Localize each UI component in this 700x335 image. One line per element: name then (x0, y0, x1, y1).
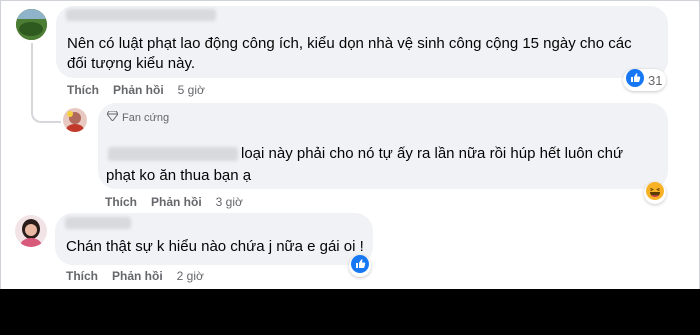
reaction-count-value: 31 (648, 72, 663, 88)
comment-actions: Thích Phản hồi 2 giờ (66, 269, 218, 283)
reaction-count[interactable]: 31 (623, 68, 667, 92)
badge-label: Fan cứng (122, 111, 170, 124)
comment-bubble: Fan cứng loại này phải cho nó tự ấy ra l… (98, 103, 668, 189)
author-name[interactable] (65, 217, 131, 229)
timestamp[interactable]: 2 giờ (177, 269, 204, 283)
avatar[interactable] (15, 215, 47, 247)
comment-text: Nên có luật phạt lao động công ích, kiểu… (67, 35, 632, 52)
like-icon (351, 254, 369, 278)
comment-section: Nên có luật phạt lao động công ích, kiểu… (0, 0, 700, 290)
comment-text: phạt ko ăn thua bạn ạ (106, 167, 252, 184)
diamond-icon (106, 110, 119, 124)
comment-text: đối tượng kiểu này. (67, 55, 196, 72)
author-name[interactable] (108, 147, 238, 161)
comment-text: loại này phải cho nó tự ấy ra lần nữa rồ… (241, 145, 624, 162)
thread-line (31, 43, 33, 103)
timestamp[interactable]: 5 giờ (178, 83, 205, 97)
comment-bubble: Nên có luật phạt lao động công ích, kiểu… (56, 6, 668, 78)
reply-button[interactable]: Phản hồi (113, 83, 164, 97)
author-name[interactable] (66, 9, 216, 21)
like-icon (626, 68, 644, 92)
reply-button[interactable]: Phản hồi (112, 269, 163, 283)
comment-text: Chán thật sự k hiểu nào chứa j nữa e gái… (66, 238, 364, 255)
comment-actions: Thích Phản hồi 3 giờ (105, 195, 257, 209)
like-button[interactable]: Thích (66, 269, 98, 283)
like-button[interactable]: Thích (67, 83, 99, 97)
like-button[interactable]: Thích (105, 195, 137, 209)
avatar[interactable] (63, 108, 87, 132)
fan-badge: Fan cứng (106, 110, 170, 124)
black-bar (0, 289, 700, 335)
avatar[interactable] (16, 9, 47, 40)
reply-button[interactable]: Phản hồi (151, 195, 202, 209)
thread-connector (31, 101, 61, 123)
reaction-badge[interactable] (644, 181, 666, 205)
timestamp[interactable]: 3 giờ (216, 195, 243, 209)
reaction-badge[interactable] (349, 254, 371, 278)
comment-actions: Thích Phản hồi 5 giờ (67, 83, 219, 97)
haha-icon (646, 181, 664, 205)
comment-bubble: Chán thật sự k hiểu nào chứa j nữa e gái… (55, 213, 373, 265)
